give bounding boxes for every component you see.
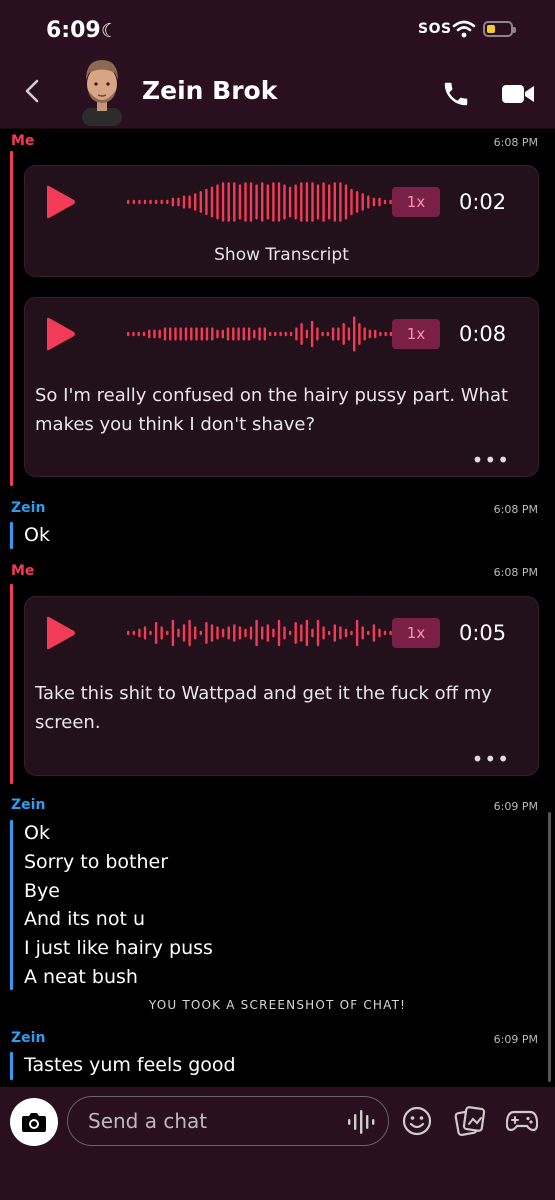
message-line: Bye	[24, 879, 60, 902]
status-time: 6:09	[46, 18, 101, 43]
voice-duration: 0:05	[459, 621, 507, 645]
scrollbar[interactable]	[548, 812, 551, 1082]
message-timestamp: 6:08 PM	[493, 503, 538, 516]
message-text: Tastes yum feels good	[24, 1054, 236, 1076]
voice-note-card: 1x 0:02 Show Transcript	[24, 165, 539, 277]
message-sender: Zein	[11, 1030, 46, 1046]
waveform-icon[interactable]	[125, 180, 397, 224]
message-timestamp: 6:08 PM	[493, 136, 538, 149]
screenshot-notice: YOU TOOK A SCREENSHOT OF CHAT!	[148, 998, 407, 1012]
playback-speed-button[interactable]: 1x	[392, 319, 440, 349]
message-text: Ok	[24, 524, 50, 546]
message-line: Sorry to bother	[24, 850, 169, 873]
message-sender: Zein	[11, 500, 46, 516]
waveform-icon[interactable]	[125, 611, 397, 655]
camera-icon	[22, 1113, 46, 1132]
bitmoji-avatar[interactable]	[74, 54, 130, 126]
voice-note-card: 1x 0:05 Take this shit to Wattpad and ge…	[24, 596, 539, 776]
voice-icon[interactable]	[346, 1110, 378, 1134]
message-sender: Me	[11, 563, 35, 579]
chat-composer	[0, 1087, 555, 1200]
camera-button[interactable]	[10, 1098, 58, 1146]
video-camera-icon[interactable]	[501, 82, 535, 106]
message-sender: Me	[11, 133, 35, 149]
sos-indicator: SOS	[418, 21, 452, 37]
sender-bar	[10, 820, 13, 990]
message-line: Ok	[24, 822, 50, 844]
sender-bar	[10, 584, 13, 784]
emoji-icon[interactable]	[402, 1106, 432, 1136]
voice-duration: 0:08	[459, 322, 507, 346]
moon-icon: ☾	[101, 20, 119, 42]
sender-bar	[10, 151, 13, 486]
message-timestamp: 6:09 PM	[493, 1033, 538, 1046]
voice-note-card: 1x 0:08 So I'm really confused on the ha…	[24, 297, 539, 477]
gallery-icon[interactable]	[454, 1105, 486, 1137]
message-timestamp: 6:09 PM	[493, 800, 538, 813]
game-controller-icon[interactable]	[506, 1109, 538, 1133]
message-timestamp: 6:08 PM	[493, 566, 538, 579]
voice-duration: 0:02	[459, 190, 507, 214]
voice-transcript: So I'm really confused on the hairy puss…	[35, 385, 509, 435]
battery-icon	[483, 21, 516, 37]
contact-name[interactable]: Zein Brok	[142, 76, 277, 105]
more-dots-icon[interactable]: •••	[472, 448, 510, 472]
message-line: I just like hairy puss	[24, 937, 213, 960]
play-icon[interactable]	[43, 616, 77, 650]
message-text: Ok Sorry to bother Bye And its not u I j…	[24, 819, 213, 992]
back-chevron-icon[interactable]	[20, 78, 46, 104]
sender-bar	[10, 522, 13, 549]
chat-header: 6:09 ☾ SOS Zein Brok	[0, 0, 555, 129]
playback-speed-button[interactable]: 1x	[392, 618, 440, 648]
message-line: And its not u	[24, 908, 146, 931]
phone-icon[interactable]	[441, 79, 471, 109]
play-icon[interactable]	[43, 317, 77, 351]
chat-input[interactable]	[67, 1096, 389, 1146]
wifi-icon	[452, 20, 476, 38]
more-dots-icon[interactable]: •••	[472, 747, 510, 771]
sender-bar	[10, 1052, 13, 1080]
message-line: A neat bush	[24, 965, 138, 988]
play-icon[interactable]	[43, 185, 77, 219]
message-sender: Zein	[11, 797, 46, 813]
show-transcript-button[interactable]: Show Transcript	[25, 245, 538, 265]
waveform-icon[interactable]	[125, 312, 397, 356]
playback-speed-button[interactable]: 1x	[392, 187, 440, 217]
voice-transcript: Take this shit to Wattpad and get it the…	[35, 683, 492, 733]
